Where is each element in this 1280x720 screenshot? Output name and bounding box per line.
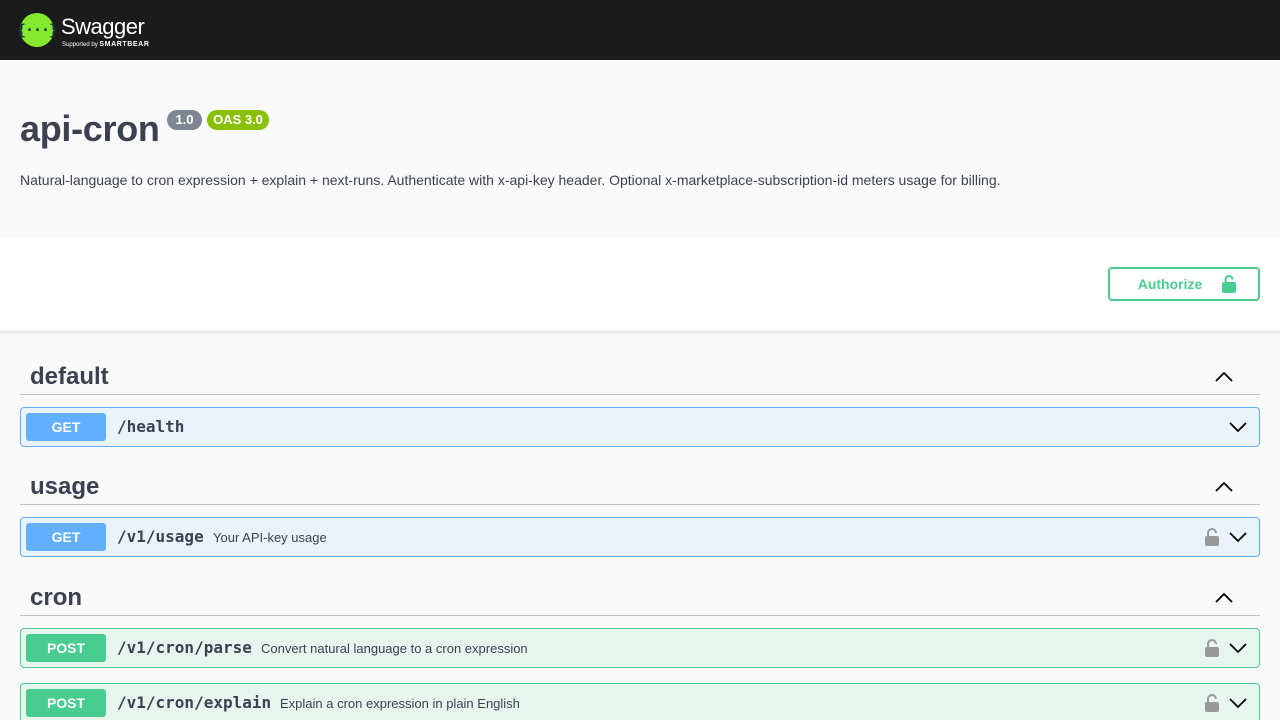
operation-summary: Convert natural language to a cron expre… (261, 641, 528, 656)
operation-get-v1-usage[interactable]: GET /v1/usage Your API-key usage (20, 517, 1260, 557)
oas-badge: OAS 3.0 (207, 110, 269, 130)
version-badge: 1.0 (167, 110, 202, 130)
logo-subtitle: Supported by SMARTBEAR (62, 41, 150, 48)
tag-header-usage[interactable]: usage (20, 465, 1260, 505)
unlocked-lock-icon (1222, 275, 1237, 293)
operation-summary: Your API-key usage (213, 530, 327, 545)
chevron-up-icon (1215, 592, 1233, 603)
page-title: api-cron (20, 108, 160, 149)
tag-name: default (30, 363, 109, 390)
method-badge: GET (26, 413, 106, 441)
chevron-down-icon (1229, 643, 1247, 654)
method-badge: GET (26, 523, 106, 551)
tag-header-default[interactable]: default (20, 355, 1260, 395)
scheme-container: Authorize (0, 237, 1280, 332)
logo-name: Swagger (61, 14, 145, 39)
operation-post-cron-parse[interactable]: POST /v1/cron/parse Convert natural lang… (20, 628, 1260, 668)
api-description: Natural-language to cron expression + ex… (20, 172, 1001, 188)
tag-header-cron[interactable]: cron (20, 576, 1260, 616)
lock-icon[interactable] (1204, 639, 1220, 657)
api-info: api-cron 1.0 OAS 3.0 Natural-language to… (0, 60, 1280, 237)
operation-summary: Explain a cron expression in plain Engli… (280, 696, 520, 711)
method-badge: POST (26, 689, 106, 717)
operation-path: /v1/usage (117, 527, 204, 546)
chevron-down-icon (1229, 698, 1247, 709)
operation-path: /v1/cron/explain (117, 693, 272, 712)
operation-post-cron-explain[interactable]: POST /v1/cron/explain Explain a cron exp… (20, 683, 1260, 720)
authorize-label: Authorize (1137, 276, 1203, 292)
authorize-button[interactable]: Authorize (1108, 267, 1260, 301)
operation-get-health[interactable]: GET /health (20, 407, 1260, 447)
logo-sub-brand: SMARTBEAR (99, 41, 150, 48)
chevron-down-icon (1229, 422, 1247, 433)
chevron-up-icon (1215, 371, 1233, 382)
topbar: {···} Swagger Supported by SMARTBEAR (0, 0, 1280, 60)
tag-name: cron (30, 584, 83, 611)
operation-path: /v1/cron/parse (117, 638, 252, 657)
logo-sub-prefix: Supported by (62, 42, 98, 48)
swagger-logo-link[interactable]: {···} Swagger Supported by SMARTBEAR (17, 10, 171, 50)
lock-icon[interactable] (1204, 528, 1220, 546)
chevron-up-icon (1215, 481, 1233, 492)
lock-icon[interactable] (1204, 694, 1220, 712)
method-badge: POST (26, 634, 106, 662)
operation-path: /health (117, 417, 185, 436)
swagger-logo-icon: {···} (17, 13, 58, 47)
chevron-down-icon (1229, 532, 1247, 543)
logo-text: Swagger Supported by SMARTBEAR (61, 10, 171, 50)
tag-name: usage (30, 473, 100, 500)
